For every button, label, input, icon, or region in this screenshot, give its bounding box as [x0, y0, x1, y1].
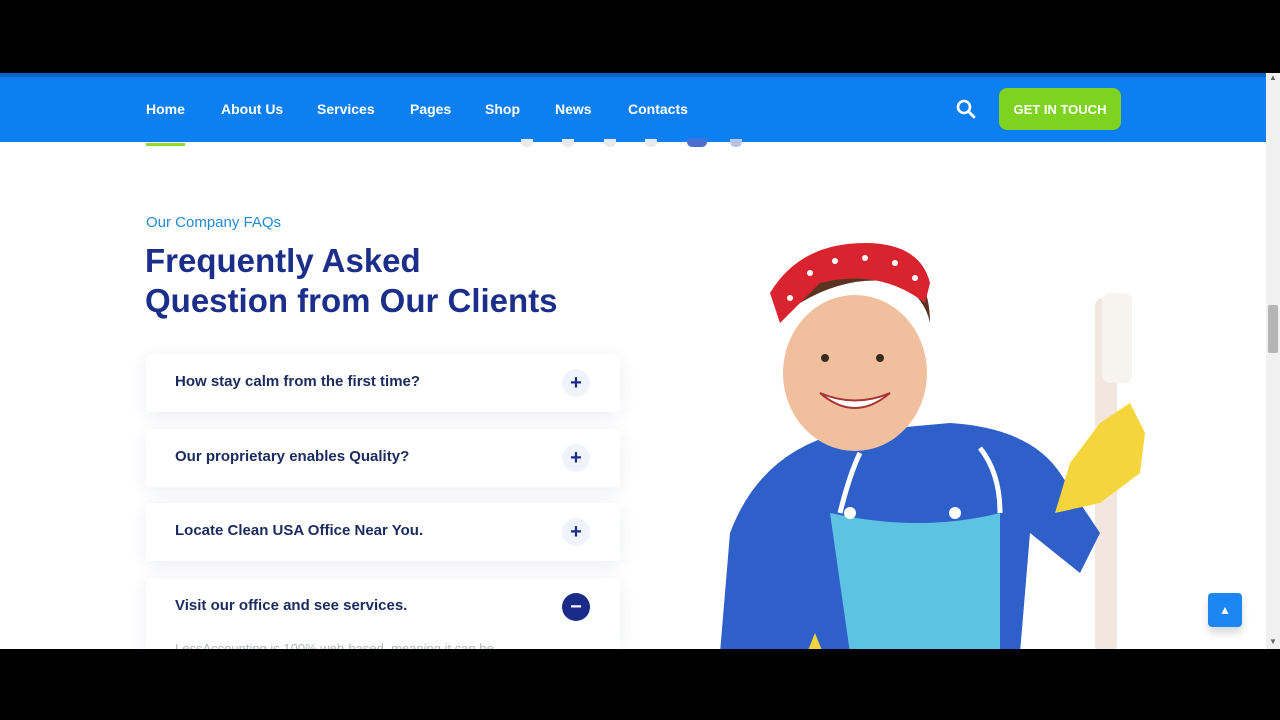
scroll-up-icon[interactable]: ▲ — [1269, 73, 1277, 82]
nav-news[interactable]: News — [555, 101, 592, 117]
faq-question: Visit our office and see services. — [175, 597, 408, 614]
faq-item[interactable]: How stay calm from the first time? + — [146, 354, 620, 412]
nav-services[interactable]: Services — [317, 101, 375, 117]
get-in-touch-button[interactable]: GET IN TOUCH — [999, 88, 1121, 130]
faq-eyebrow: Our Company FAQs — [146, 214, 282, 231]
plus-icon[interactable]: + — [562, 444, 590, 472]
nav-pages[interactable]: Pages — [410, 101, 451, 117]
slider-dot[interactable] — [645, 139, 657, 147]
nav-about-us[interactable]: About Us — [221, 101, 283, 117]
search-icon[interactable] — [956, 99, 976, 119]
faq-question: How stay calm from the first time? — [175, 373, 421, 390]
chevron-up-icon: ▲ — [1219, 603, 1231, 617]
slider-dot[interactable] — [730, 139, 742, 147]
slider-dot-active[interactable] — [687, 139, 707, 147]
minus-icon[interactable]: − — [562, 593, 590, 621]
cleaning-lady-photo — [720, 243, 1145, 649]
plus-icon[interactable]: + — [562, 518, 590, 546]
scrollbar-thumb[interactable] — [1268, 305, 1278, 353]
nav-shop[interactable]: Shop — [485, 101, 520, 117]
scroll-down-icon[interactable]: ▼ — [1269, 637, 1277, 646]
faq-title-line-1: Frequently Asked — [145, 242, 421, 279]
faq-item[interactable]: Our proprietary enables Quality? + — [146, 429, 620, 487]
faq-title: Frequently Asked Question from Our Clien… — [145, 241, 558, 321]
slider-pagination — [0, 139, 1266, 151]
faq-question: Our proprietary enables Quality? — [175, 448, 410, 465]
faq-item-open[interactable]: Visit our office and see services. − — [146, 578, 620, 649]
main-navigation: Home About Us Services Pages Shop News C… — [0, 73, 1266, 146]
faq-answer: LessAccounting is 100% web-based, meanin… — [175, 641, 494, 649]
back-to-top-button[interactable]: ▲ — [1208, 593, 1242, 627]
slider-dot[interactable] — [562, 139, 574, 147]
scrollbar[interactable]: ▲ ▼ — [1266, 73, 1280, 649]
browser-viewport: Home About Us Services Pages Shop News C… — [0, 73, 1280, 649]
nav-contacts[interactable]: Contacts — [628, 101, 688, 117]
slider-dot[interactable] — [604, 139, 616, 147]
nav-home[interactable]: Home — [146, 101, 185, 146]
faq-item[interactable]: Locate Clean USA Office Near You. + — [146, 503, 620, 561]
plus-icon[interactable]: + — [562, 369, 590, 397]
faq-title-line-2: Question from Our Clients — [145, 282, 558, 319]
faq-question: Locate Clean USA Office Near You. — [175, 522, 424, 539]
slider-dot[interactable] — [521, 139, 533, 147]
